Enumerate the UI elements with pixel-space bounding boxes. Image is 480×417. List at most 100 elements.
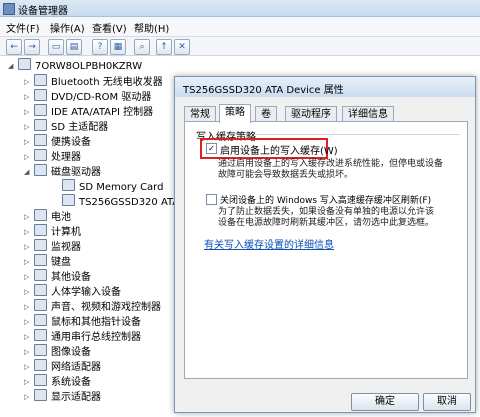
device-icon <box>62 194 75 206</box>
tree-item-label: 鼠标和其他指针设备 <box>51 317 141 328</box>
menu-file[interactable]: 文件(F) <box>6 20 40 35</box>
computer-icon <box>18 58 31 70</box>
expand-arrow-icon[interactable]: ▷ <box>24 74 29 90</box>
expand-arrow-icon[interactable]: ▷ <box>24 254 29 270</box>
expand-arrow-icon[interactable]: ▷ <box>24 329 29 345</box>
window-title: 设备管理器 <box>18 6 68 17</box>
device-icon <box>34 89 47 101</box>
device-icon <box>34 374 47 386</box>
tree-category-item[interactable]: ◢ 磁盘驱动器 <box>24 164 101 180</box>
tree-item-label: SD Memory Card <box>79 182 164 193</box>
tab-general[interactable]: 常规 <box>184 106 216 122</box>
expand-arrow-icon[interactable]: ▷ <box>24 284 29 300</box>
expand-arrow-icon[interactable]: ▷ <box>24 104 29 120</box>
expand-arrow-icon[interactable]: ▷ <box>24 314 29 330</box>
device-icon <box>34 359 47 371</box>
tree-item-label: 其他设备 <box>51 272 91 283</box>
collapse-arrow-icon[interactable]: ◢ <box>8 62 13 70</box>
tree-category-item[interactable]: ▷ 键盘 <box>24 254 71 270</box>
option1-desc-line2: 故障可能会导致数据丢失或损坏。 <box>218 170 354 180</box>
tree-item-label: 人体学输入设备 <box>51 287 121 298</box>
tab-driver[interactable]: 驱动程序 <box>285 106 337 122</box>
help-icon[interactable]: ? <box>92 39 108 55</box>
device-icon <box>34 269 47 281</box>
tree-category-item[interactable]: ▷ 图像设备 <box>24 344 91 360</box>
tree-category-item[interactable]: ▷ 处理器 <box>24 149 81 165</box>
device-list-icon[interactable]: ▦ <box>110 39 126 55</box>
expand-arrow-icon[interactable]: ▷ <box>24 119 29 135</box>
tab-details[interactable]: 详细信息 <box>342 106 394 122</box>
tree-item-label: 监视器 <box>51 242 81 253</box>
tree-category-item[interactable]: ▷ DVD/CD-ROM 驱动器 <box>24 89 151 105</box>
option2-desc-line2: 设备在电源故障时刷新其缓冲区，请勿选中此复选框。 <box>218 218 435 228</box>
tree-category-item[interactable]: ▷ 鼠标和其他指针设备 <box>24 314 141 330</box>
expand-arrow-icon[interactable]: ▷ <box>24 359 29 375</box>
device-icon <box>34 284 47 296</box>
expand-arrow-icon[interactable]: ▷ <box>24 239 29 255</box>
expand-arrow-icon[interactable]: ▷ <box>24 299 29 315</box>
scan-hardware-icon[interactable]: ⌕ <box>134 39 150 55</box>
tree-item-label: 磁盘驱动器 <box>51 167 101 178</box>
device-icon <box>34 314 47 326</box>
tree-item-label: 电池 <box>51 212 71 223</box>
tree-category-item[interactable]: ▷ IDE ATA/ATAPI 控制器 <box>24 104 154 120</box>
tree-item-label: 处理器 <box>51 152 81 163</box>
device-icon <box>34 344 47 356</box>
tree-root[interactable]: 7ORW8OLPBH0KZRW <box>18 58 142 74</box>
expand-arrow-icon[interactable]: ▷ <box>24 89 29 105</box>
tree-category-item[interactable]: ▷ 网络适配器 <box>24 359 101 375</box>
device-icon <box>34 149 47 161</box>
enable-write-cache-checkbox[interactable]: ✓ <box>206 143 217 154</box>
device-icon <box>34 104 47 116</box>
device-icon <box>34 239 47 251</box>
menu-action[interactable]: 操作(A) <box>50 20 85 35</box>
back-button[interactable]: ← <box>6 39 22 55</box>
tree-category-item[interactable]: ▷ 监视器 <box>24 239 81 255</box>
expand-arrow-icon[interactable]: ▷ <box>24 389 29 405</box>
tree-category-item[interactable]: ▷ 通用串行总线控制器 <box>24 329 141 345</box>
tree-category-item[interactable]: ▷ 其他设备 <box>24 269 91 285</box>
expand-arrow-icon[interactable]: ▷ <box>24 209 29 225</box>
tree-category-item[interactable]: ▷ 系统设备 <box>24 374 91 390</box>
tree-item-label: SD 主适配器 <box>51 122 109 133</box>
update-driver-icon[interactable]: ↑ <box>156 39 172 55</box>
tree-category-item[interactable]: ▷ SD 主适配器 <box>24 119 109 135</box>
expand-arrow-icon[interactable]: ▷ <box>24 269 29 285</box>
expand-arrow-icon[interactable]: ▷ <box>24 134 29 150</box>
device-icon <box>62 179 75 191</box>
tree-item-label: 声音、视频和游戏控制器 <box>51 302 161 313</box>
expand-arrow-icon[interactable]: ▷ <box>24 344 29 360</box>
expand-arrow-icon[interactable]: ▷ <box>24 374 29 390</box>
view-icon[interactable]: ▭ <box>48 39 64 55</box>
tree-category-item[interactable]: ▷ 计算机 <box>24 224 81 240</box>
tree-category-item[interactable]: ▷ 便携设备 <box>24 134 91 150</box>
tab-volumes[interactable]: 卷 <box>255 106 277 122</box>
tree-category-item[interactable]: ▷ 声音、视频和游戏控制器 <box>24 299 161 315</box>
dialog-title-bar: TS256GSSD320 ATA Device 属性 <box>175 77 475 97</box>
tree-category-item[interactable]: ▷ 人体学输入设备 <box>24 284 121 300</box>
tree-device-item[interactable]: SD Memory Card <box>62 179 163 195</box>
menu-view[interactable]: 查看(V) <box>92 20 127 35</box>
tree-category-item[interactable]: ▷ Bluetooth 无线电收发器 <box>24 74 163 90</box>
properties-icon[interactable]: ▤ <box>66 39 82 55</box>
tree-category-item[interactable]: ▷ 电池 <box>24 209 71 225</box>
device-icon <box>34 254 47 266</box>
ok-button[interactable]: 确定 <box>351 393 419 411</box>
collapse-arrow-icon[interactable]: ◢ <box>24 164 29 180</box>
disable-flush-label: 关闭设备上的 Windows 写入高速缓存缓冲区刷新(F) <box>220 196 432 206</box>
tree-item-label: 通用串行总线控制器 <box>51 332 141 343</box>
cancel-button[interactable]: 取消 <box>423 393 471 411</box>
expand-arrow-icon[interactable]: ▷ <box>24 149 29 165</box>
write-cache-info-link[interactable]: 有关写入缓存设置的详细信息 <box>204 236 334 251</box>
tree-category-item[interactable]: ▷ 显示适配器 <box>24 389 101 405</box>
tree-item-label: Bluetooth 无线电收发器 <box>51 77 163 88</box>
menu-help[interactable]: 帮助(H) <box>134 20 169 35</box>
toolbar: ← → ▭ ▤ ? ▦ ⌕ ↑ ✕ <box>0 37 480 56</box>
tree-item-label: IDE ATA/ATAPI 控制器 <box>51 107 154 118</box>
disable-flush-checkbox[interactable] <box>206 194 217 205</box>
uninstall-icon[interactable]: ✕ <box>174 39 190 55</box>
forward-button[interactable]: → <box>24 39 40 55</box>
expand-arrow-icon[interactable]: ▷ <box>24 224 29 240</box>
tab-policies[interactable]: 策略 <box>219 104 251 123</box>
option2-desc-line1: 为了防止数据丢失，如果设备没有单独的电源以允许该 <box>218 207 435 217</box>
